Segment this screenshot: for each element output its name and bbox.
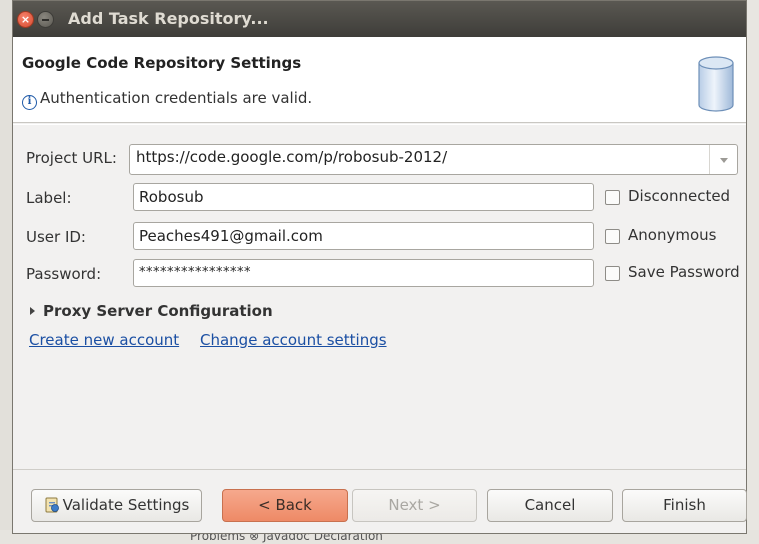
anonymous-checkbox[interactable] bbox=[605, 229, 620, 244]
save-password-label[interactable]: Save Password bbox=[628, 263, 740, 281]
validate-settings-label: Validate Settings bbox=[62, 496, 190, 514]
project-url-combo[interactable]: https://code.google.com/p/robosub-2012/ bbox=[129, 144, 738, 175]
repository-icon bbox=[698, 56, 734, 112]
info-icon: i bbox=[22, 95, 37, 110]
expand-triangle-icon[interactable] bbox=[30, 307, 35, 315]
minimize-icon[interactable] bbox=[37, 11, 54, 28]
back-button[interactable]: < Back bbox=[222, 489, 348, 522]
label-label: Label: bbox=[26, 189, 72, 207]
change-account-link[interactable]: Change account settings bbox=[200, 331, 387, 349]
next-button[interactable]: Next > bbox=[352, 489, 477, 522]
background-left bbox=[0, 0, 12, 544]
dialog-body: Project URL: https://code.google.com/p/r… bbox=[13, 124, 746, 469]
label-field[interactable]: Robosub bbox=[133, 183, 594, 211]
user-id-field[interactable]: Peaches491@gmail.com bbox=[133, 222, 594, 250]
dialog-footer: Validate Settings < Back Next > Cancel F… bbox=[13, 469, 747, 533]
disconnected-label[interactable]: Disconnected bbox=[628, 187, 730, 205]
anonymous-label[interactable]: Anonymous bbox=[628, 226, 716, 244]
create-account-link[interactable]: Create new account bbox=[29, 331, 179, 349]
dialog-titlebar[interactable]: × Add Task Repository... bbox=[13, 1, 746, 37]
finish-button[interactable]: Finish bbox=[622, 489, 747, 522]
proxy-server-section[interactable]: Proxy Server Configuration bbox=[30, 302, 273, 320]
proxy-server-label[interactable]: Proxy Server Configuration bbox=[43, 302, 273, 320]
chevron-down-icon[interactable] bbox=[709, 145, 737, 174]
validate-icon bbox=[45, 497, 59, 513]
close-icon[interactable]: × bbox=[17, 11, 34, 28]
disconnected-checkbox[interactable] bbox=[605, 190, 620, 205]
save-password-checkbox[interactable] bbox=[605, 266, 620, 281]
background-right bbox=[747, 0, 759, 544]
project-url-label: Project URL: bbox=[26, 149, 117, 167]
cancel-button[interactable]: Cancel bbox=[487, 489, 613, 522]
header-title: Google Code Repository Settings bbox=[22, 54, 302, 72]
add-task-repository-dialog: × Add Task Repository... Google Code Rep… bbox=[12, 0, 747, 534]
password-field[interactable]: **************** bbox=[133, 259, 594, 287]
header-message-text: Authentication credentials are valid. bbox=[40, 89, 313, 107]
validate-settings-button[interactable]: Validate Settings bbox=[31, 489, 202, 522]
dialog-header: Google Code Repository Settings i Authent… bbox=[13, 37, 746, 123]
dialog-title: Add Task Repository... bbox=[68, 9, 269, 28]
user-id-label: User ID: bbox=[26, 228, 86, 246]
password-label: Password: bbox=[26, 265, 102, 283]
header-message: i Authentication credentials are valid. bbox=[22, 89, 312, 110]
project-url-value[interactable]: https://code.google.com/p/robosub-2012/ bbox=[136, 148, 447, 166]
